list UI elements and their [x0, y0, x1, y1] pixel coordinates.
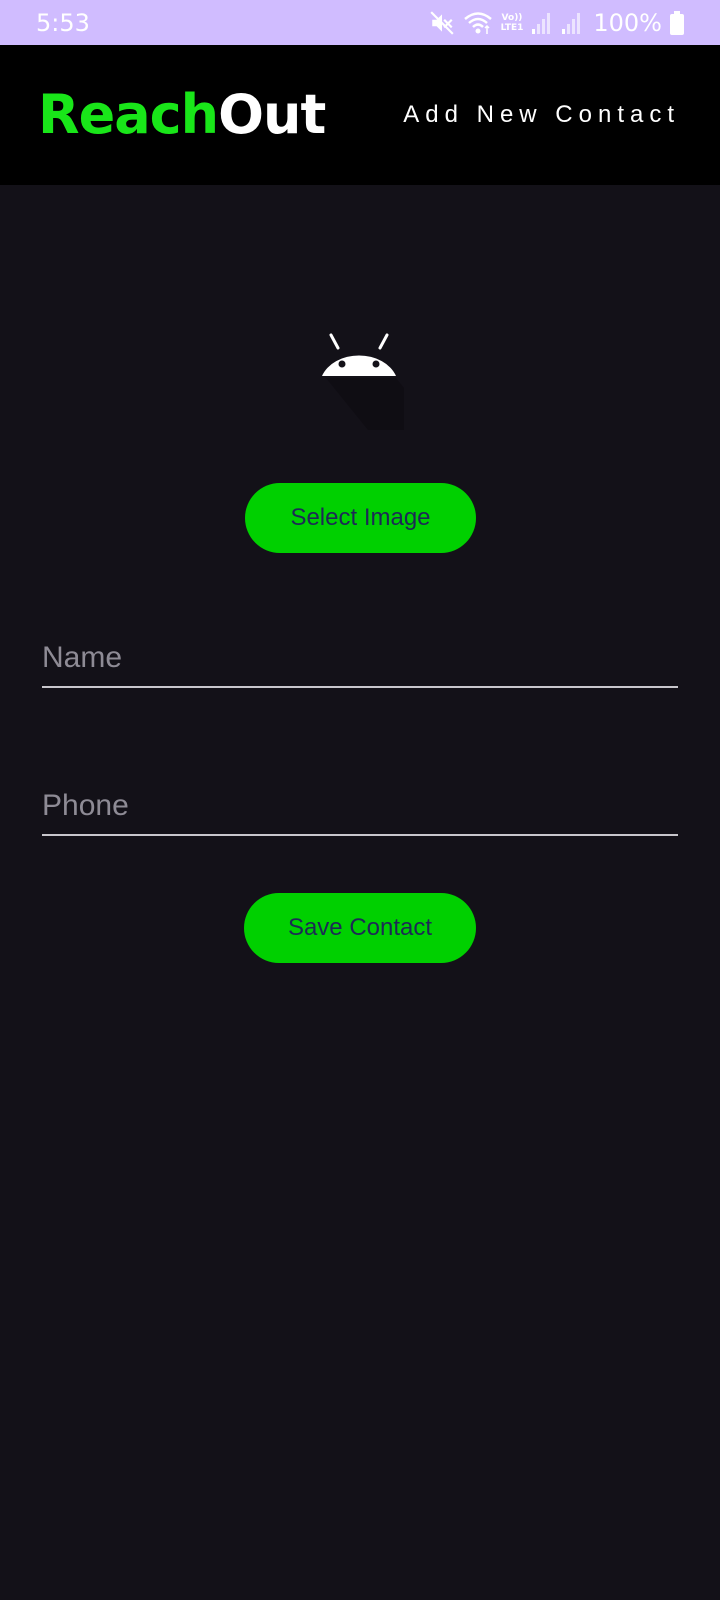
- battery-percent: 100%: [593, 8, 662, 37]
- network-top-label: Vo)): [501, 12, 523, 23]
- save-contact-button[interactable]: Save Contact: [244, 893, 476, 963]
- app-bar: ReachOut Add New Contact: [0, 45, 720, 185]
- logo-reach: Reach: [38, 83, 219, 146]
- contact-image: [318, 330, 404, 430]
- signal-icon-2: [561, 11, 583, 35]
- select-image-button[interactable]: Select Image: [245, 483, 476, 553]
- app-logo: ReachOut: [38, 88, 326, 142]
- name-field[interactable]: [42, 628, 678, 688]
- battery-icon: [670, 10, 684, 35]
- mute-icon: [429, 10, 455, 36]
- phone-field[interactable]: [42, 776, 678, 836]
- wifi-icon: [463, 10, 493, 36]
- status-bar: 5:53 Vo)) LTE1 100%: [0, 0, 720, 45]
- signal-icon: [531, 11, 553, 35]
- android-icon: [322, 333, 404, 430]
- name-input[interactable]: [42, 636, 678, 680]
- status-icons: Vo)) LTE1 100%: [429, 9, 684, 37]
- network-indicator: Vo)) LTE1: [501, 13, 524, 33]
- status-time: 5:53: [36, 8, 90, 37]
- phone-input[interactable]: [42, 784, 678, 828]
- network-bottom-label: LTE1: [500, 22, 524, 33]
- logo-out: Out: [218, 83, 326, 146]
- page-title: Add New Contact: [403, 101, 680, 128]
